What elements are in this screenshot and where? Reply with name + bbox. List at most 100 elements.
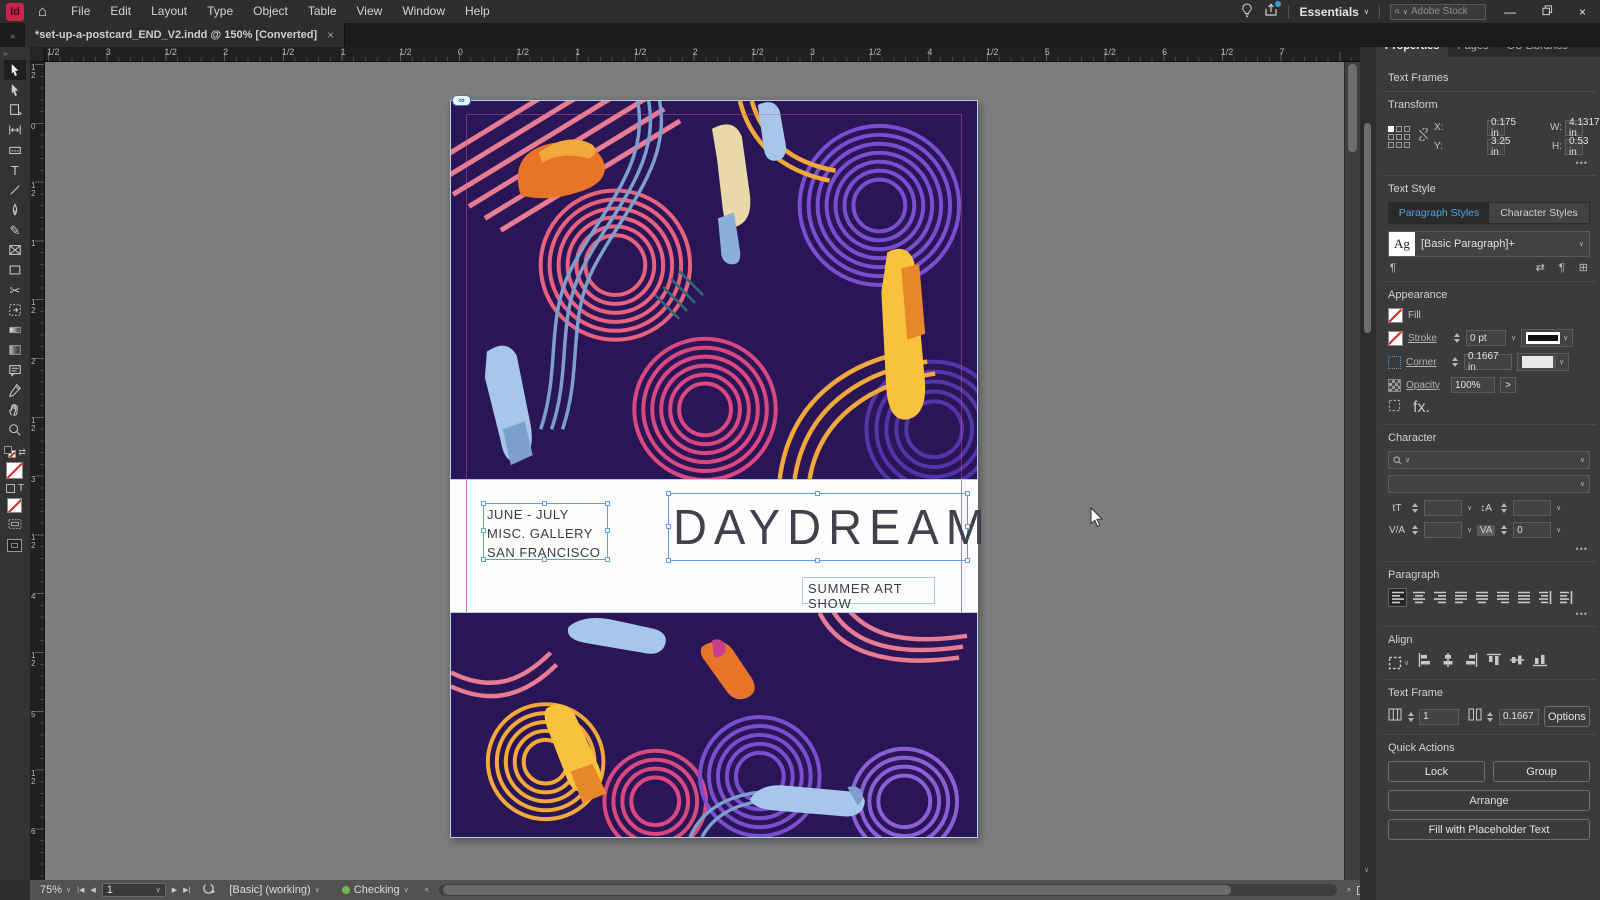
tab-close-icon[interactable]: × (327, 28, 334, 42)
justify-left-button[interactable] (1451, 588, 1470, 607)
next-page-button[interactable]: ▶ (172, 886, 177, 894)
corner-style-dropdown[interactable]: ∨ (1517, 353, 1570, 371)
swap-fill-stroke-icon[interactable]: ⇄ (18, 447, 26, 458)
align-vertical-centers-button[interactable] (1510, 653, 1525, 672)
group-button[interactable]: Group (1493, 761, 1590, 782)
kerning-stepper[interactable] (1411, 525, 1419, 535)
page-tool[interactable] (4, 100, 26, 120)
kerning-field[interactable] (1424, 522, 1462, 538)
stroke-swatch[interactable] (1388, 330, 1403, 346)
previous-page-button[interactable]: ◀ (90, 886, 95, 894)
align-left-edges-button[interactable] (1418, 653, 1432, 672)
minimize-button[interactable]: — (1496, 5, 1524, 19)
free-transform-tool[interactable] (4, 300, 26, 320)
vertical-scrollbar[interactable] (1344, 62, 1360, 880)
y-field[interactable]: 3.25 in (1487, 136, 1510, 158)
note-tool[interactable] (4, 360, 26, 380)
constrain-proportions-icon[interactable] (1417, 127, 1430, 146)
share-icon[interactable] (1264, 1, 1282, 20)
zoom-level-control[interactable]: 75% ∨ (40, 884, 71, 896)
panel-scrollbar[interactable]: ∨ (1360, 23, 1376, 900)
arrange-button[interactable]: Arrange (1388, 790, 1590, 811)
title-text-frame[interactable]: DAYDREAM (666, 491, 985, 563)
pencil-tool[interactable]: ✎ (4, 220, 26, 240)
tab-character-styles[interactable]: Character Styles (1489, 203, 1589, 223)
line-tool[interactable] (4, 180, 26, 200)
menu-item[interactable]: File (61, 0, 100, 23)
view-options-icon[interactable] (8, 517, 22, 535)
columns-stepper[interactable] (1407, 711, 1414, 722)
workflow-status-control[interactable]: [Basic] (working) ∨ (229, 884, 319, 896)
gutter-stepper[interactable] (1487, 711, 1494, 722)
tracking-field[interactable]: 0 (1513, 522, 1552, 538)
align-right-button[interactable] (1430, 588, 1449, 607)
font-family-dropdown[interactable]: ∨ ∨ (1388, 451, 1590, 469)
learn-bulb-icon[interactable] (1240, 2, 1254, 21)
formatting-text-icon[interactable]: T (18, 483, 24, 494)
align-right-edges-button[interactable] (1464, 653, 1478, 672)
redefine-style-icon[interactable]: ⇄ (1536, 261, 1545, 274)
font-style-dropdown[interactable]: ∨ (1388, 475, 1590, 493)
justify-right-button[interactable] (1493, 588, 1512, 607)
font-size-field[interactable] (1424, 500, 1462, 516)
tracking-stepper[interactable] (1500, 525, 1508, 535)
justify-all-button[interactable] (1514, 588, 1533, 607)
paragraph-symbol-icon[interactable]: ¶ (1390, 262, 1396, 274)
document-canvas[interactable]: JUNE - JULY MISC. GALLERY SAN FRANCISCO … (45, 62, 1344, 880)
vertical-ruler[interactable]: 12 0 12 1 12 2 12 3 12 4 12 5 12 6 (30, 62, 45, 880)
align-to-selector[interactable]: ∨ (1388, 656, 1409, 670)
menu-item[interactable]: Type (197, 0, 243, 23)
formatting-container-icon[interactable] (5, 484, 15, 493)
align-toward-spine-button[interactable] (1535, 588, 1554, 607)
stroke-type-dropdown[interactable]: ∨ (1521, 329, 1574, 347)
horizontal-scrollbar[interactable] (438, 884, 1337, 896)
preflight-menu-icon[interactable] (202, 882, 216, 898)
align-horizontal-centers-button[interactable] (1441, 653, 1455, 672)
color-theme-tool[interactable] (4, 380, 26, 400)
close-button[interactable]: × (1571, 5, 1594, 19)
menu-item[interactable]: View (347, 0, 393, 23)
align-away-spine-button[interactable] (1556, 588, 1575, 607)
rectangle-frame-tool[interactable] (4, 240, 26, 260)
menu-item[interactable]: Edit (100, 0, 141, 23)
stroke-stepper[interactable] (1453, 333, 1461, 343)
reference-point-selector[interactable] (1388, 126, 1410, 148)
scissors-tool[interactable]: ✂ (4, 280, 26, 300)
search-input[interactable] (1410, 6, 1481, 17)
align-center-button[interactable] (1409, 588, 1428, 607)
apply-none-swatch[interactable] (7, 498, 23, 513)
effects-fx-button[interactable]: fx. (1413, 399, 1430, 417)
last-page-button[interactable]: ▶| (183, 886, 190, 894)
justify-center-button[interactable] (1472, 588, 1491, 607)
fill-swatch[interactable] (1388, 308, 1403, 323)
first-page-button[interactable]: |◀ (77, 886, 84, 894)
fill-with-placeholder-text-button[interactable]: Fill with Placeholder Text (1388, 819, 1590, 840)
paragraph-more-options[interactable]: ••• (1388, 609, 1588, 619)
corner-radius-field[interactable]: 0.1667 in (1464, 351, 1512, 373)
chevron-down-icon[interactable]: ∨ (1511, 334, 1516, 342)
subtitle-text-frame[interactable]: SUMMER ART SHOW (802, 577, 935, 611)
content-collector-tool[interactable] (4, 140, 26, 160)
fill-color-swatch[interactable] (6, 462, 24, 479)
lock-button[interactable]: Lock (1388, 761, 1485, 782)
stock-search-box[interactable]: ∨ (1389, 3, 1486, 20)
cc-link-badge-icon[interactable]: ∞ (452, 95, 471, 106)
zoom-tool[interactable] (4, 420, 26, 440)
rectangle-tool[interactable] (4, 260, 26, 280)
character-more-options[interactable]: ••• (1388, 544, 1588, 554)
menu-item[interactable]: Help (455, 0, 500, 23)
leading-stepper[interactable] (1500, 503, 1508, 513)
direct-selection-tool[interactable] (4, 80, 26, 100)
menu-item[interactable]: Table (298, 0, 347, 23)
type-tool[interactable]: T (4, 160, 26, 180)
gap-tool[interactable] (4, 120, 26, 140)
align-left-button[interactable] (1388, 588, 1407, 607)
workspace-switcher[interactable]: Essentials ∨ (1299, 5, 1369, 19)
opacity-label[interactable]: Opacity (1406, 380, 1446, 391)
scroll-right-arrow[interactable]: > (1347, 887, 1351, 894)
opacity-field[interactable]: 100% (1451, 377, 1495, 393)
gradient-feather-tool[interactable] (4, 340, 26, 360)
frame-fitting-icon[interactable] (1388, 399, 1401, 417)
document-tab[interactable]: *set-up-a-postcard_END_V2.indd @ 150% [C… (25, 23, 346, 47)
transform-more-options[interactable]: ••• (1388, 158, 1588, 168)
